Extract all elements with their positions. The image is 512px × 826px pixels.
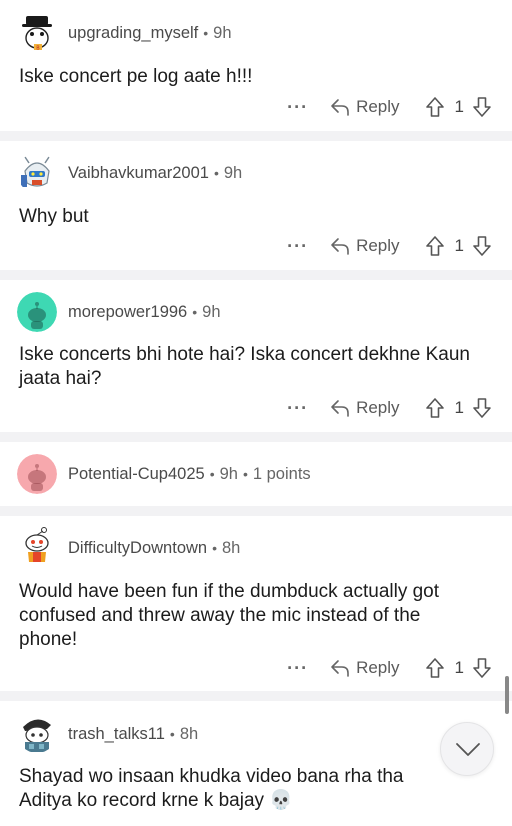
timestamp: 8h xyxy=(222,539,241,557)
comment-actions: ··· Reply 1 xyxy=(287,656,492,680)
comment-actions: ··· Reply 1 xyxy=(287,95,492,119)
more-options-icon[interactable]: ··· xyxy=(287,237,308,255)
comment-meta: Potential-Cup4025 • 9h • 1 points xyxy=(68,465,311,483)
vote-count: 1 xyxy=(454,398,464,417)
upvote-arrow-icon[interactable] xyxy=(425,657,445,679)
reply-arrow-icon xyxy=(331,99,349,116)
svg-text:B: B xyxy=(36,46,40,52)
more-options-icon[interactable]: ··· xyxy=(287,399,308,417)
comment-meta: upgrading_myself • 9h xyxy=(68,24,232,42)
reply-arrow-icon xyxy=(331,238,349,255)
user-avatar[interactable] xyxy=(17,524,57,564)
username[interactable]: DifficultyDowntown xyxy=(68,539,207,557)
comment-actions: ··· Reply 1 xyxy=(287,234,492,258)
vote-count: 1 xyxy=(454,658,464,677)
upvote-arrow-icon[interactable] xyxy=(425,235,445,257)
comment-feed: B upgrading_myself • 9h Iske concert pe lo… xyxy=(0,0,512,826)
downvote-arrow-icon[interactable] xyxy=(472,657,492,679)
upvote-arrow-icon[interactable] xyxy=(425,96,445,118)
comment-meta: morepower1996 • 9h xyxy=(68,303,221,321)
vote-count: 1 xyxy=(454,97,464,116)
comment-text: Iske concert pe log aate h!!! xyxy=(19,66,253,87)
reply-arrow-icon xyxy=(331,660,349,677)
comment-meta: Vaibhavkumar2001 • 9h xyxy=(68,164,243,182)
reply-button[interactable]: Reply xyxy=(330,97,400,117)
comment: B upgrading_myself • 9h Iske concert pe lo… xyxy=(0,0,512,131)
comment-meta: DifficultyDowntown • 8h xyxy=(68,539,241,557)
scrollbar[interactable] xyxy=(505,676,509,714)
more-options-icon[interactable]: ··· xyxy=(287,659,308,677)
chevron-down-icon xyxy=(456,743,480,756)
upvote-arrow-icon[interactable] xyxy=(425,397,445,419)
more-options-icon[interactable]: ··· xyxy=(287,98,308,116)
timestamp: 8h xyxy=(179,725,199,743)
username[interactable]: trash_talks11 xyxy=(68,725,165,743)
reply-label: Reply xyxy=(356,398,400,417)
reply-label: Reply xyxy=(356,236,400,255)
vote-control: 1 xyxy=(425,235,492,257)
comment-collapsed[interactable]: Potential-Cup4025 • 9h • 1 points xyxy=(0,442,512,506)
reply-button[interactable]: Reply xyxy=(330,236,400,256)
timestamp: 9h xyxy=(202,303,221,321)
comment: DifficultyDowntown • 8h Would have been fu… xyxy=(0,516,512,691)
vote-control: 1 xyxy=(425,96,492,118)
user-avatar[interactable] xyxy=(17,153,57,193)
scroll-down-button[interactable] xyxy=(440,722,494,776)
comment: morepower1996 • 9h Iske concerts bhi hote … xyxy=(0,280,512,432)
comment-text: Why but xyxy=(19,206,89,227)
username[interactable]: morepower1996 xyxy=(68,303,187,321)
vote-count: 1 xyxy=(454,236,464,255)
reply-label: Reply xyxy=(356,97,400,116)
reply-arrow-icon xyxy=(331,400,349,417)
timestamp: 9h xyxy=(223,164,243,182)
comment: Vaibhavkumar2001 • 9h Why but ··· Reply 1 xyxy=(0,141,512,270)
vote-control: 1 xyxy=(425,657,492,679)
downvote-arrow-icon[interactable] xyxy=(472,235,492,257)
comment-text: Would have been fun if the dumbduck actu… xyxy=(19,581,440,650)
vote-control: 1 xyxy=(425,397,492,419)
comment-meta: trash_talks11 • 8h xyxy=(68,725,199,743)
comment-text: Shayad wo insaan khudka video bana rha t… xyxy=(19,766,404,811)
user-avatar[interactable] xyxy=(17,713,57,753)
points-count: 1 points xyxy=(252,465,311,483)
timestamp: 9h xyxy=(219,465,238,483)
reply-label: Reply xyxy=(356,658,400,677)
downvote-arrow-icon[interactable] xyxy=(472,96,492,118)
comment-text: Iske concerts bhi hote hai? Iska concert… xyxy=(19,344,470,389)
timestamp: 9h xyxy=(213,24,232,42)
reply-button[interactable]: Reply xyxy=(330,398,400,418)
comment: trash_talks11 • 8h Shayad wo insaan khudka… xyxy=(0,701,512,826)
username[interactable]: Potential-Cup4025 xyxy=(68,465,205,483)
downvote-arrow-icon[interactable] xyxy=(472,397,492,419)
reply-button[interactable]: Reply xyxy=(330,658,400,678)
comment-actions: ··· Reply 1 xyxy=(287,396,492,420)
user-avatar[interactable] xyxy=(17,454,57,494)
username[interactable]: Vaibhavkumar2001 xyxy=(68,164,209,182)
user-avatar[interactable] xyxy=(17,292,57,332)
username[interactable]: upgrading_myself xyxy=(68,24,198,42)
user-avatar[interactable]: B xyxy=(17,12,57,52)
